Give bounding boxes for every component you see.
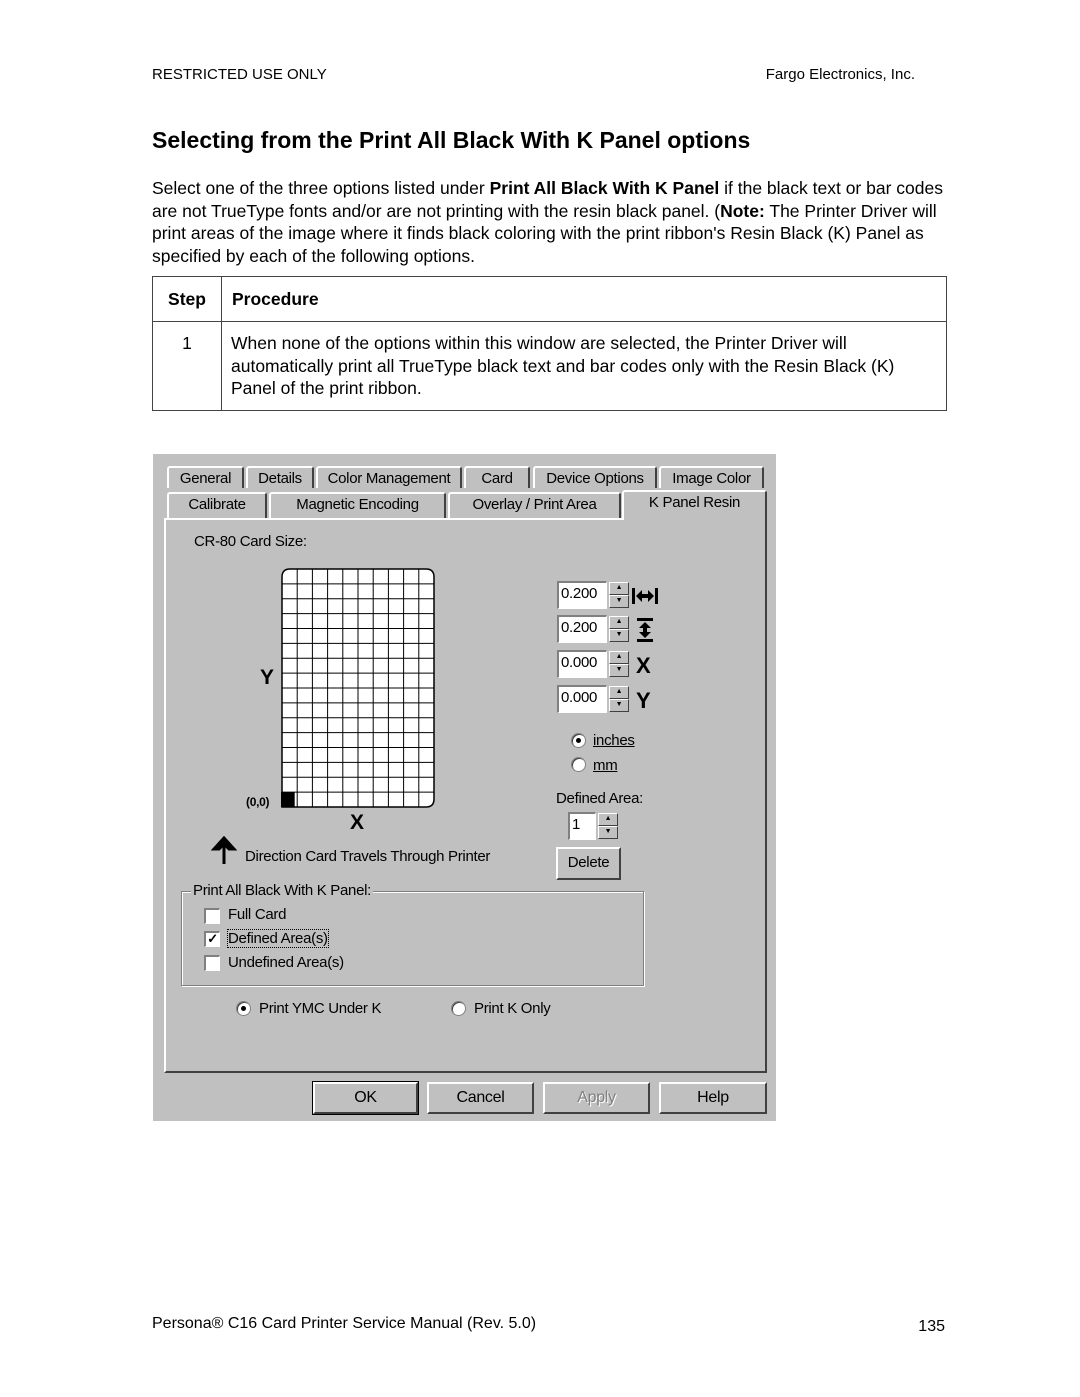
spin-down-button[interactable]: ▼ [609, 595, 629, 608]
header-company: Fargo Electronics, Inc. [765, 66, 915, 83]
group-title: Print All Black With K Panel: [191, 882, 374, 899]
tab-label: Color Management [327, 470, 451, 487]
ok-button-label: OK [354, 1089, 377, 1106]
column-header-step: Step [152, 276, 222, 322]
inches-text: inches [593, 732, 635, 749]
tab-color-management[interactable]: Color Management [316, 466, 462, 488]
full-card-label[interactable]: Full Card [228, 906, 286, 923]
column-header-procedure: Procedure [221, 276, 947, 322]
apply-button[interactable]: Apply [543, 1082, 650, 1114]
step-number: 1 [152, 321, 222, 411]
spin-down-button[interactable]: ▼ [609, 664, 629, 677]
k-panel-resin-dialog: General Details Color Management Card De… [153, 454, 776, 1121]
tab-details[interactable]: Details [246, 466, 314, 488]
y-spinner[interactable]: 0.000 ▲ ▼ [557, 685, 631, 713]
tab-magnetic-encoding[interactable]: Magnetic Encoding [269, 492, 446, 519]
x-input[interactable]: 0.000 [557, 650, 607, 678]
x-icon: X [636, 653, 651, 678]
mm-text: mm [593, 757, 618, 774]
footer-manual-title: Persona® C16 Card Printer Service Manual… [152, 1315, 537, 1332]
tab-label: K Panel Resin [648, 494, 741, 511]
spin-up-button[interactable]: ▲ [609, 582, 629, 595]
tab-label: Overlay / Print Area [472, 496, 597, 513]
intro-paragraph: Select one of the three options listed u… [152, 177, 952, 267]
defined-area-input[interactable]: 1 [568, 812, 596, 840]
print-k-only-radio[interactable] [451, 1001, 466, 1016]
spin-down-button[interactable]: ▼ [598, 826, 618, 839]
page-number: 135 [918, 1318, 945, 1335]
delete-button[interactable]: Delete [556, 847, 621, 880]
table-row: 1 When none of the options within this w… [152, 321, 947, 411]
procedure-table: Step Procedure 1 When none of the option… [152, 276, 947, 411]
spin-down-button[interactable]: ▼ [609, 629, 629, 642]
tab-calibrate[interactable]: Calibrate [167, 492, 267, 519]
print-ymc-under-k-radio[interactable] [236, 1001, 251, 1016]
undefined-areas-label[interactable]: Undefined Area(s) [228, 954, 344, 971]
tab-label: Details [258, 470, 302, 487]
tab-general[interactable]: General [167, 466, 244, 488]
full-card-checkbox[interactable] [204, 908, 220, 924]
spin-down-button[interactable]: ▼ [609, 699, 629, 712]
apply-button-label: Apply [577, 1089, 616, 1106]
tab-k-panel-resin[interactable]: K Panel Resin [622, 490, 767, 520]
tab-label: Image Color [672, 470, 751, 487]
intro-bold-note: Note: [720, 200, 765, 221]
origin-label: (0,0) [246, 795, 270, 809]
width-arrows-icon [632, 588, 658, 604]
height-spinner[interactable]: 0.200 ▲ ▼ [557, 615, 631, 643]
tab-card[interactable]: Card [464, 466, 530, 488]
help-button-label: Help [697, 1089, 729, 1106]
spin-up-button[interactable]: ▲ [598, 813, 618, 826]
intro-text: Select one of the three options listed u… [152, 178, 490, 198]
inches-radio[interactable] [571, 733, 586, 748]
inches-label[interactable]: inches [593, 732, 635, 749]
print-ymc-under-k-label[interactable]: Print YMC Under K [259, 1000, 381, 1017]
y-axis-label: Y [260, 666, 274, 689]
undefined-areas-checkbox[interactable] [204, 955, 220, 971]
delete-button-label: Delete [567, 854, 610, 871]
cancel-button[interactable]: Cancel [427, 1082, 534, 1114]
y-icon: Y [636, 688, 651, 713]
defined-areas-label[interactable]: Defined Area(s) [227, 929, 329, 948]
spin-up-button[interactable]: ▲ [609, 651, 629, 664]
tab-device-options[interactable]: Device Options [533, 466, 657, 488]
tab-label: General [179, 470, 232, 487]
card-grid[interactable] [233, 564, 443, 824]
step-procedure: When none of the options within this win… [221, 321, 947, 411]
mm-radio[interactable] [571, 757, 586, 772]
tab-label: Device Options [546, 470, 644, 487]
direction-label: Direction Card Travels Through Printer [245, 848, 491, 865]
defined-area-label: Defined Area: [556, 790, 643, 807]
origin-marker [281, 792, 295, 807]
defined-areas-checkbox[interactable]: ✓ [204, 931, 220, 947]
spin-up-button[interactable]: ▲ [609, 686, 629, 699]
intro-bold-option: Print All Black With K Panel [489, 178, 720, 198]
y-input[interactable]: 0.000 [557, 685, 607, 713]
tab-image-color[interactable]: Image Color [659, 466, 764, 488]
width-spinner[interactable]: 0.200 ▲ ▼ [557, 581, 631, 609]
grid-lines [282, 569, 434, 807]
print-k-only-label[interactable]: Print K Only [474, 1000, 551, 1017]
width-input[interactable]: 0.200 [557, 581, 607, 609]
x-axis-label: X [350, 811, 364, 834]
check-icon: ✓ [207, 931, 218, 946]
direction-arrow-icon [211, 836, 237, 864]
header-restricted: RESTRICTED USE ONLY [152, 66, 327, 83]
table-header-row: Step Procedure [152, 276, 947, 322]
tab-label: Magnetic Encoding [296, 496, 419, 513]
height-arrows-icon [637, 618, 653, 642]
defined-area-spinner[interactable]: 1 ▲ ▼ [568, 812, 622, 840]
section-title: Selecting from the Print All Black With … [152, 127, 751, 153]
mm-label[interactable]: mm [593, 757, 618, 774]
x-spinner[interactable]: 0.000 ▲ ▼ [557, 650, 631, 678]
tab-label: Card [481, 470, 513, 487]
tab-label: Calibrate [188, 496, 246, 513]
ok-button[interactable]: OK [312, 1081, 419, 1115]
cancel-button-label: Cancel [456, 1089, 505, 1106]
help-button[interactable]: Help [659, 1082, 767, 1114]
spin-up-button[interactable]: ▲ [609, 616, 629, 629]
tab-overlay-print-area[interactable]: Overlay / Print Area [448, 492, 621, 519]
height-input[interactable]: 0.200 [557, 615, 607, 643]
card-size-label: CR-80 Card Size: [194, 533, 307, 550]
